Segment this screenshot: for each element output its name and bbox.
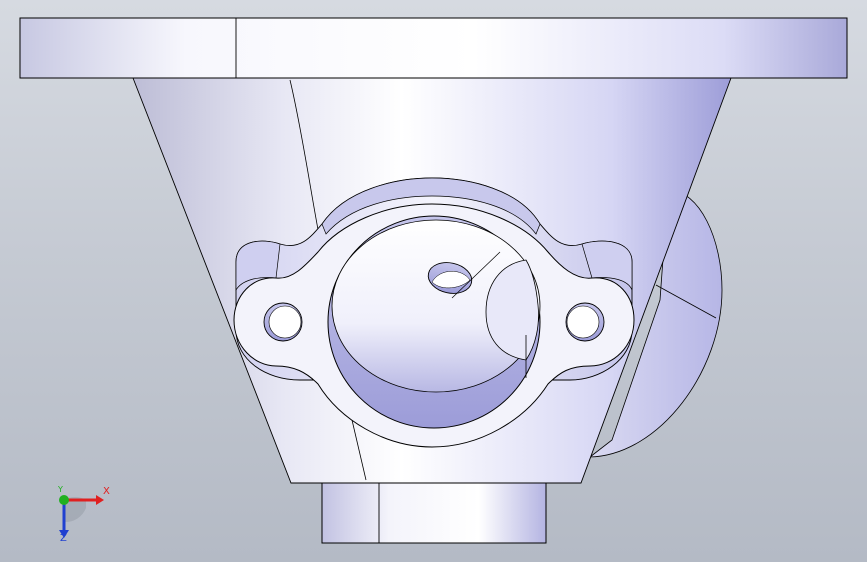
axis-triad-graphic	[59, 495, 104, 538]
z-axis-label: Z	[60, 533, 67, 544]
top-flange[interactable]	[19, 17, 848, 79]
x-axis-label: X	[103, 486, 110, 497]
y-axis-dot	[59, 495, 69, 505]
axis-triad[interactable]: X Y Z	[44, 478, 124, 548]
y-axis-label: Y	[58, 485, 63, 494]
bottom-pipe[interactable]	[321, 482, 547, 544]
graphics-viewport[interactable]: X Y Z	[0, 0, 867, 562]
bolt-hole-left-inner	[268, 305, 302, 339]
part-model[interactable]	[0, 0, 867, 562]
bolt-hole-right-inner	[566, 305, 600, 339]
